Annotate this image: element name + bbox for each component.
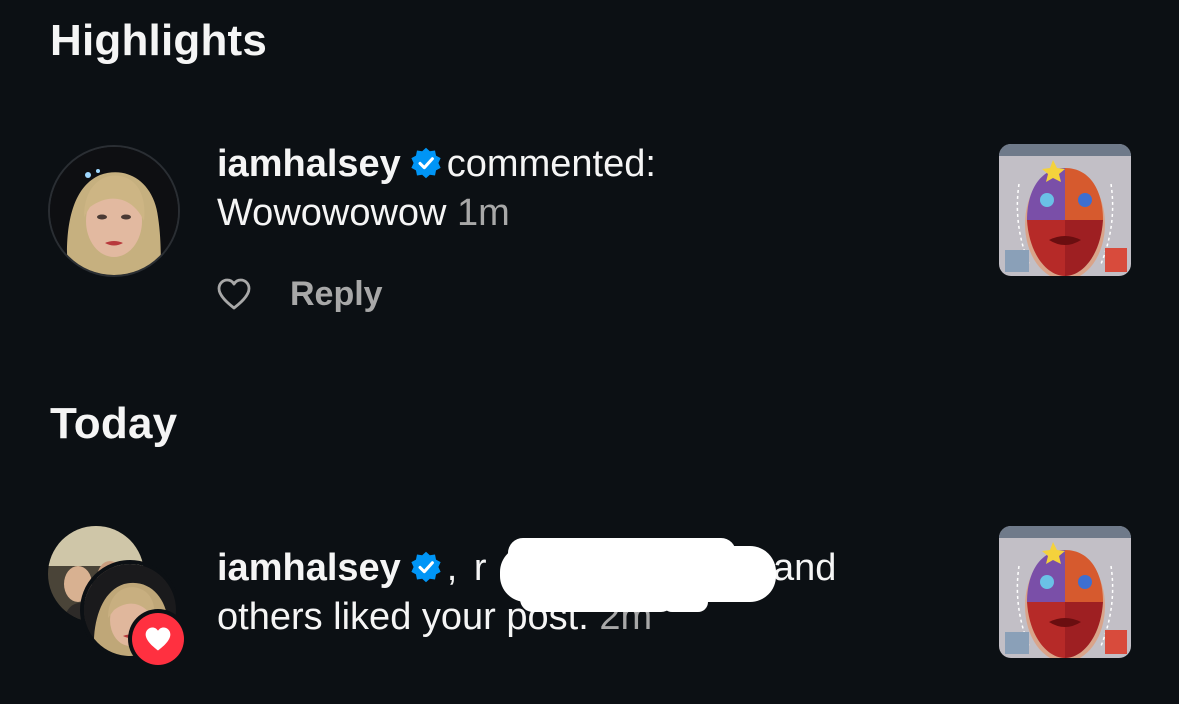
redaction-mark [662,592,708,612]
post-thumbnail[interactable] [999,144,1131,276]
comment-actions: Reply [216,272,383,316]
reply-button[interactable]: Reply [290,275,383,314]
comment-line-1[interactable]: iamhalsey commented: [217,141,656,188]
section-title-highlights: Highlights [50,16,268,65]
comment-text: Wowowowow [217,192,447,234]
like-partial-name[interactable]: r [474,547,487,589]
section-title-today: Today [50,399,178,448]
verified-badge-icon [411,551,441,583]
redaction-mark [508,538,736,568]
like-conjunction: and [773,547,837,589]
like-username[interactable]: iamhalsey [217,547,401,589]
like-line2-prefix: others liked you [217,596,484,638]
like-line-1[interactable]: iamhalsey , r [217,545,487,592]
comment-timestamp: 1m [457,192,510,234]
heart-badge-icon [128,609,188,669]
heart-outline-icon[interactable] [216,277,252,311]
comment-line-2: Wowowowow 1m [217,190,510,237]
post-thumbnail[interactable] [999,526,1131,658]
verified-badge-icon [411,147,441,179]
comment-action: commented: [446,143,656,185]
commenter-avatar[interactable] [48,145,180,277]
redaction-mark [520,586,674,612]
notifications-screen: Highlights iamhalsey commented: Wowowowo… [0,0,1179,704]
like-separator: , [446,547,458,589]
comment-username[interactable]: iamhalsey [217,143,401,185]
